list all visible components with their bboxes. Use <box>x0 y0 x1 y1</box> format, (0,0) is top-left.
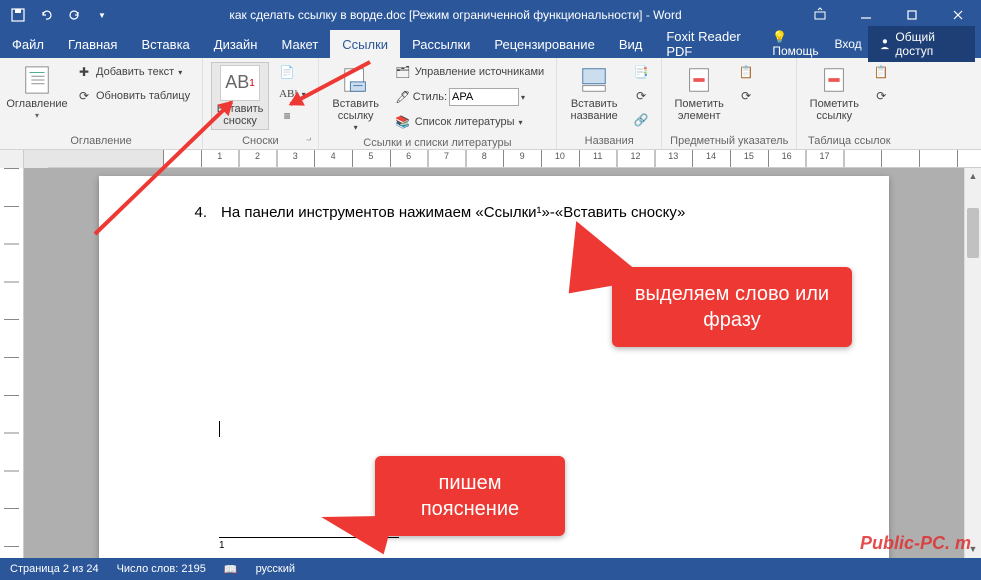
bibliography-icon: 📚 <box>395 114 411 130</box>
insert-footnote-button[interactable]: AB1 Вставить сноску <box>211 62 269 130</box>
cross-ref-icon: 🔗 <box>633 112 649 128</box>
vertical-scrollbar[interactable]: ▲ ▼ <box>964 168 981 558</box>
group-captions: Вставить название 📑 ⟳ 🔗 Названия <box>557 58 662 149</box>
mark-citation-icon <box>818 64 850 96</box>
tab-design[interactable]: Дизайн <box>202 30 270 58</box>
group-toa: Пометить ссылку 📋 ⟳ Таблица ссылок <box>797 58 901 149</box>
group-label-toc: Оглавление <box>8 133 194 147</box>
update-index-button[interactable]: ⟳ <box>734 86 758 106</box>
redo-icon[interactable] <box>62 3 86 27</box>
update-index-icon: ⟳ <box>738 88 754 104</box>
ribbon-tabs: Файл Главная Вставка Дизайн Макет Ссылки… <box>0 30 981 58</box>
update-toa-icon: ⟳ <box>873 88 889 104</box>
group-label-footnotes: Сноски <box>211 133 310 147</box>
insert-endnote-button[interactable]: 📄 <box>275 62 310 82</box>
group-label-toa: Таблица ссылок <box>805 133 893 147</box>
window-title: как сделать ссылку в ворде.doc [Режим ог… <box>114 8 797 22</box>
footnote-number: 1 <box>219 540 799 551</box>
watermark: Public-PC. m <box>860 533 971 554</box>
group-toc: Оглавление ▾ ✚ Добавить текст ▾ ⟳ Обнови… <box>0 58 203 149</box>
save-icon[interactable] <box>6 3 30 27</box>
mark-citation-button[interactable]: Пометить ссылку <box>805 62 863 124</box>
tab-references[interactable]: Ссылки <box>330 30 400 58</box>
tab-home[interactable]: Главная <box>56 30 129 58</box>
tab-file[interactable]: Файл <box>0 30 56 58</box>
status-bar: Страница 2 из 24 Число слов: 2195 📖 русс… <box>0 558 981 580</box>
callout-highlight-word: выделяем слово или фразу <box>612 267 852 347</box>
cross-ref-button[interactable]: 🔗 <box>629 110 653 130</box>
mark-entry-icon <box>683 64 715 96</box>
status-words[interactable]: Число слов: 2195 <box>117 563 206 575</box>
qat-dropdown-icon[interactable]: ▼ <box>90 3 114 27</box>
horizontal-ruler[interactable]: 1234567891011121314151617 <box>48 150 981 168</box>
ribbon-options-icon[interactable] <box>797 0 843 30</box>
callout-write-explanation: пишем пояснение <box>375 456 565 536</box>
insert-index-button[interactable]: 📋 <box>734 62 758 82</box>
group-label-index: Предметный указатель <box>670 133 788 147</box>
scroll-thumb[interactable] <box>967 208 979 258</box>
manage-sources-icon: 🗂 <box>395 64 411 80</box>
group-label-captions: Названия <box>565 133 653 147</box>
tab-layout[interactable]: Макет <box>269 30 330 58</box>
help-link[interactable]: 💡 Помощь <box>772 30 828 58</box>
tab-insert[interactable]: Вставка <box>129 30 201 58</box>
tab-foxit[interactable]: Foxit Reader PDF <box>654 30 772 58</box>
list-number: 4. <box>189 204 207 221</box>
quick-access-toolbar: ▼ <box>0 3 114 27</box>
insert-index-icon: 📋 <box>738 64 754 80</box>
update-toa-button[interactable]: ⟳ <box>869 86 893 106</box>
ribbon: Оглавление ▾ ✚ Добавить текст ▾ ⟳ Обнови… <box>0 58 981 150</box>
insert-toa-button[interactable]: 📋 <box>869 62 893 82</box>
tof-icon: 📑 <box>633 64 649 80</box>
status-page[interactable]: Страница 2 из 24 <box>10 563 99 575</box>
mark-entry-button[interactable]: Пометить элемент <box>670 62 728 124</box>
status-proofing-icon[interactable]: 📖 <box>224 563 238 576</box>
add-text-icon: ✚ <box>76 64 92 80</box>
update-table-button[interactable]: ⟳ Обновить таблицу <box>72 86 194 106</box>
caption-icon <box>578 64 610 96</box>
share-button[interactable]: Общий доступ <box>868 26 975 62</box>
add-text-button[interactable]: ✚ Добавить текст ▾ <box>72 62 194 82</box>
tab-mailings[interactable]: Рассылки <box>400 30 482 58</box>
signin-link[interactable]: Вход <box>834 37 861 51</box>
undo-icon[interactable] <box>34 3 58 27</box>
insert-caption-button[interactable]: Вставить название <box>565 62 623 124</box>
tab-review[interactable]: Рецензирование <box>482 30 606 58</box>
scroll-up-icon[interactable]: ▲ <box>965 168 981 185</box>
manage-sources-button[interactable]: 🗂 Управление источниками <box>391 62 548 82</box>
bibliography-button[interactable]: 📚 Список литературы ▾ <box>391 112 548 132</box>
text-cursor <box>219 421 799 437</box>
endnote-icon: 📄 <box>279 64 295 80</box>
document-text-line: 4. На панели инструментов нажимаем «Ссыл… <box>189 204 799 221</box>
toc-icon <box>21 64 53 96</box>
style-input[interactable] <box>449 88 519 106</box>
status-language[interactable]: русский <box>256 563 295 575</box>
vertical-ruler[interactable] <box>0 168 24 558</box>
update-tof-button[interactable]: ⟳ <box>629 86 653 106</box>
tab-view[interactable]: Вид <box>607 30 655 58</box>
update-tof-icon: ⟳ <box>633 88 649 104</box>
toc-button[interactable]: Оглавление ▾ <box>8 62 66 123</box>
citation-style-selector[interactable]: 🖊 Стиль: ▾ <box>391 86 548 108</box>
group-label-citations: Ссылки и списки литературы <box>327 135 548 149</box>
title-bar: ▼ как сделать ссылку в ворде.doc [Режим … <box>0 0 981 30</box>
insert-toa-icon: 📋 <box>873 64 889 80</box>
style-icon: 🖊 <box>395 89 411 105</box>
refresh-icon: ⟳ <box>76 88 92 104</box>
insert-citation-button[interactable]: Вставить ссылку▾ <box>327 62 385 135</box>
insert-tof-button[interactable]: 📑 <box>629 62 653 82</box>
group-index: Пометить элемент 📋 ⟳ Предметный указател… <box>662 58 797 149</box>
